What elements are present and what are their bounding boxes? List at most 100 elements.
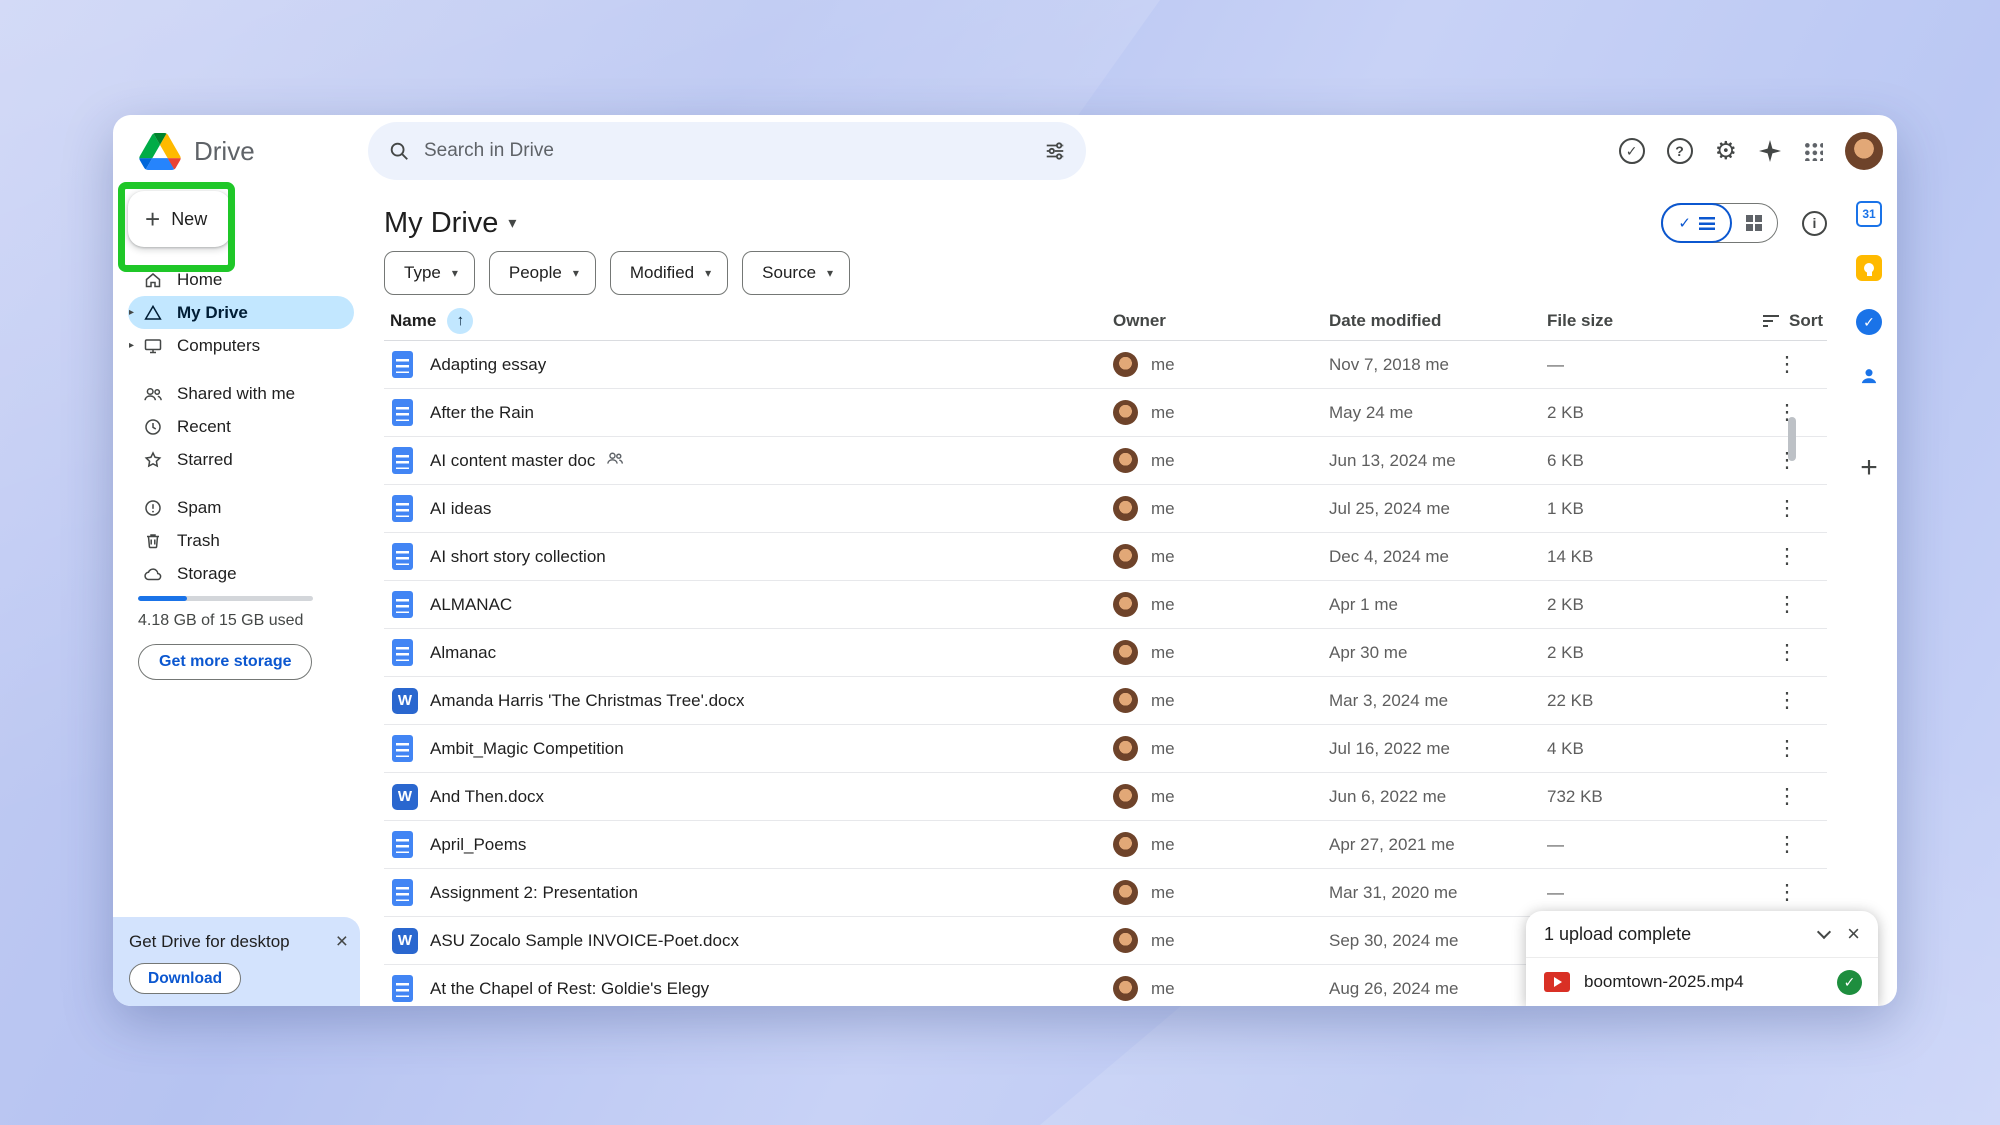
row-menu-button[interactable]: ⋮ (1747, 592, 1827, 617)
expand-arrow-icon[interactable]: ▸ (129, 307, 134, 318)
owner-avatar (1113, 784, 1138, 809)
owner-name: me (1151, 883, 1175, 903)
filter-source[interactable]: Source▾ (742, 251, 850, 295)
table-row[interactable]: April_Poems me Apr 27, 2021 me — ⋮ (384, 821, 1827, 869)
uploaded-file-row[interactable]: boomtown-2025.mp4 ✓ (1526, 958, 1878, 1006)
file-name: ALMANAC (430, 595, 512, 615)
drive-brand[interactable]: Drive (113, 133, 368, 170)
row-menu-button[interactable]: ⋮ (1747, 400, 1827, 425)
google-apps-grid-icon[interactable] (1803, 141, 1823, 161)
owner-avatar (1113, 592, 1138, 617)
column-modified[interactable]: Date modified (1329, 311, 1547, 331)
table-row[interactable]: ALMANAC me Apr 1 me 2 KB ⋮ (384, 581, 1827, 629)
video-file-icon (1544, 972, 1570, 992)
grid-view-button[interactable] (1731, 204, 1777, 242)
calendar-icon[interactable]: 31 (1856, 201, 1882, 227)
side-panel-rail: 31 ✓ + (1841, 187, 1897, 1006)
owner-avatar (1113, 688, 1138, 713)
column-size[interactable]: File size (1547, 311, 1747, 331)
table-row[interactable]: AI short story collection me Dec 4, 2024… (384, 533, 1827, 581)
filter-modified[interactable]: Modified▾ (610, 251, 728, 295)
row-menu-button[interactable]: ⋮ (1747, 544, 1827, 569)
table-row[interactable]: Assignment 2: Presentation me Mar 31, 20… (384, 869, 1827, 917)
owner-name: me (1151, 979, 1175, 999)
date-modified: Nov 7, 2018 me (1329, 355, 1547, 375)
table-row[interactable]: AI content master doc me Jun 13, 2024 me… (384, 437, 1827, 485)
row-menu-button[interactable]: ⋮ (1747, 736, 1827, 761)
table-row[interactable]: W And Then.docx me Jun 6, 2022 me 732 KB… (384, 773, 1827, 821)
settings-gear-icon[interactable]: ⚙ (1715, 139, 1737, 164)
sidebar-item-spam[interactable]: Spam (128, 491, 354, 524)
filter-type[interactable]: Type▾ (384, 251, 475, 295)
promo-close-icon[interactable]: × (336, 931, 348, 952)
main-content: My Drive ▾ ✓ i (368, 187, 1841, 1006)
table-row[interactable]: After the Rain me May 24 me 2 KB ⋮ (384, 389, 1827, 437)
search-bar[interactable] (368, 122, 1086, 180)
file-name: At the Chapel of Rest: Goldie's Elegy (430, 979, 709, 999)
new-button[interactable]: + New (128, 191, 231, 247)
table-header: Name ↑ Owner Date modified File size Sor… (384, 301, 1827, 341)
expand-arrow-icon[interactable]: ▸ (129, 340, 134, 351)
cloud-icon (143, 564, 163, 584)
search-input[interactable] (424, 140, 1030, 162)
tasks-icon[interactable]: ✓ (1856, 309, 1882, 335)
file-name: Ambit_Magic Competition (430, 739, 624, 759)
sidebar-item-trash[interactable]: Trash (128, 524, 354, 557)
gemini-sparkle-icon[interactable] (1759, 140, 1781, 162)
details-info-icon[interactable]: i (1802, 211, 1827, 236)
storage-progress-bar (138, 596, 313, 601)
account-avatar[interactable] (1845, 132, 1883, 170)
row-menu-button[interactable]: ⋮ (1747, 880, 1827, 905)
row-menu-button[interactable]: ⋮ (1747, 640, 1827, 665)
owner-avatar (1113, 544, 1138, 569)
sidebar-item-shared-with-me[interactable]: Shared with me (128, 377, 354, 410)
row-menu-button[interactable]: ⋮ (1747, 496, 1827, 521)
row-menu-button[interactable]: ⋮ (1747, 832, 1827, 857)
table-row[interactable]: Adapting essay me Nov 7, 2018 me — ⋮ (384, 341, 1827, 389)
table-row[interactable]: Almanac me Apr 30 me 2 KB ⋮ (384, 629, 1827, 677)
page-title-dropdown[interactable]: My Drive ▾ (384, 207, 516, 240)
offline-status-check-icon[interactable]: ✓ (1619, 138, 1645, 164)
date-modified: Aug 26, 2024 me (1329, 979, 1547, 999)
sidebar-item-recent[interactable]: Recent (128, 410, 354, 443)
toast-close-icon[interactable]: × (1847, 923, 1860, 945)
file-name: Almanac (430, 643, 496, 663)
scrollbar-thumb[interactable] (1788, 417, 1796, 461)
row-menu-button[interactable]: ⋮ (1747, 688, 1827, 713)
sidebar-item-starred[interactable]: Starred (128, 443, 354, 476)
plus-icon: + (145, 206, 160, 232)
sidebar-item-computers[interactable]: ▸ Computers (128, 329, 354, 362)
table-row[interactable]: Ambit_Magic Competition me Jul 16, 2022 … (384, 725, 1827, 773)
table-row[interactable]: AI ideas me Jul 25, 2024 me 1 KB ⋮ (384, 485, 1827, 533)
sidebar-item-home[interactable]: Home (128, 263, 354, 296)
toast-collapse-chevron-icon[interactable] (1817, 925, 1831, 939)
row-menu-button[interactable]: ⋮ (1747, 448, 1827, 473)
keep-icon[interactable] (1856, 255, 1882, 281)
row-menu-button[interactable]: ⋮ (1747, 352, 1827, 377)
storage-progress-fill (138, 596, 187, 601)
help-icon[interactable]: ? (1667, 138, 1693, 164)
sort-button[interactable]: Sort (1747, 311, 1827, 331)
date-modified: Jun 13, 2024 me (1329, 451, 1547, 471)
column-owner[interactable]: Owner (1113, 311, 1329, 331)
sidebar-item-storage[interactable]: Storage (128, 557, 354, 590)
sidebar-item-my-drive[interactable]: ▸ My Drive (128, 296, 354, 329)
filter-people[interactable]: People▾ (489, 251, 596, 295)
contacts-icon[interactable] (1856, 363, 1882, 389)
owner-name: me (1151, 931, 1175, 951)
chevron-down-icon: ▾ (827, 266, 833, 280)
row-menu-button[interactable]: ⋮ (1747, 784, 1827, 809)
download-button[interactable]: Download (129, 963, 241, 994)
sidebar: + New Home ▸ My Drive ▸ (113, 187, 368, 1006)
add-panel-plus-icon[interactable]: + (1860, 453, 1878, 483)
sort-ascending-icon[interactable]: ↑ (447, 308, 473, 334)
shared-people-icon (143, 384, 163, 404)
file-size: 732 KB (1547, 787, 1747, 807)
list-view-button[interactable]: ✓ (1661, 203, 1732, 243)
get-more-storage-button[interactable]: Get more storage (138, 644, 312, 680)
date-modified: Sep 30, 2024 me (1329, 931, 1547, 951)
column-name[interactable]: Name ↑ (384, 308, 1113, 334)
file-name: After the Rain (430, 403, 534, 423)
search-options-tune-icon[interactable] (1044, 140, 1066, 162)
table-row[interactable]: W Amanda Harris 'The Christmas Tree'.doc… (384, 677, 1827, 725)
